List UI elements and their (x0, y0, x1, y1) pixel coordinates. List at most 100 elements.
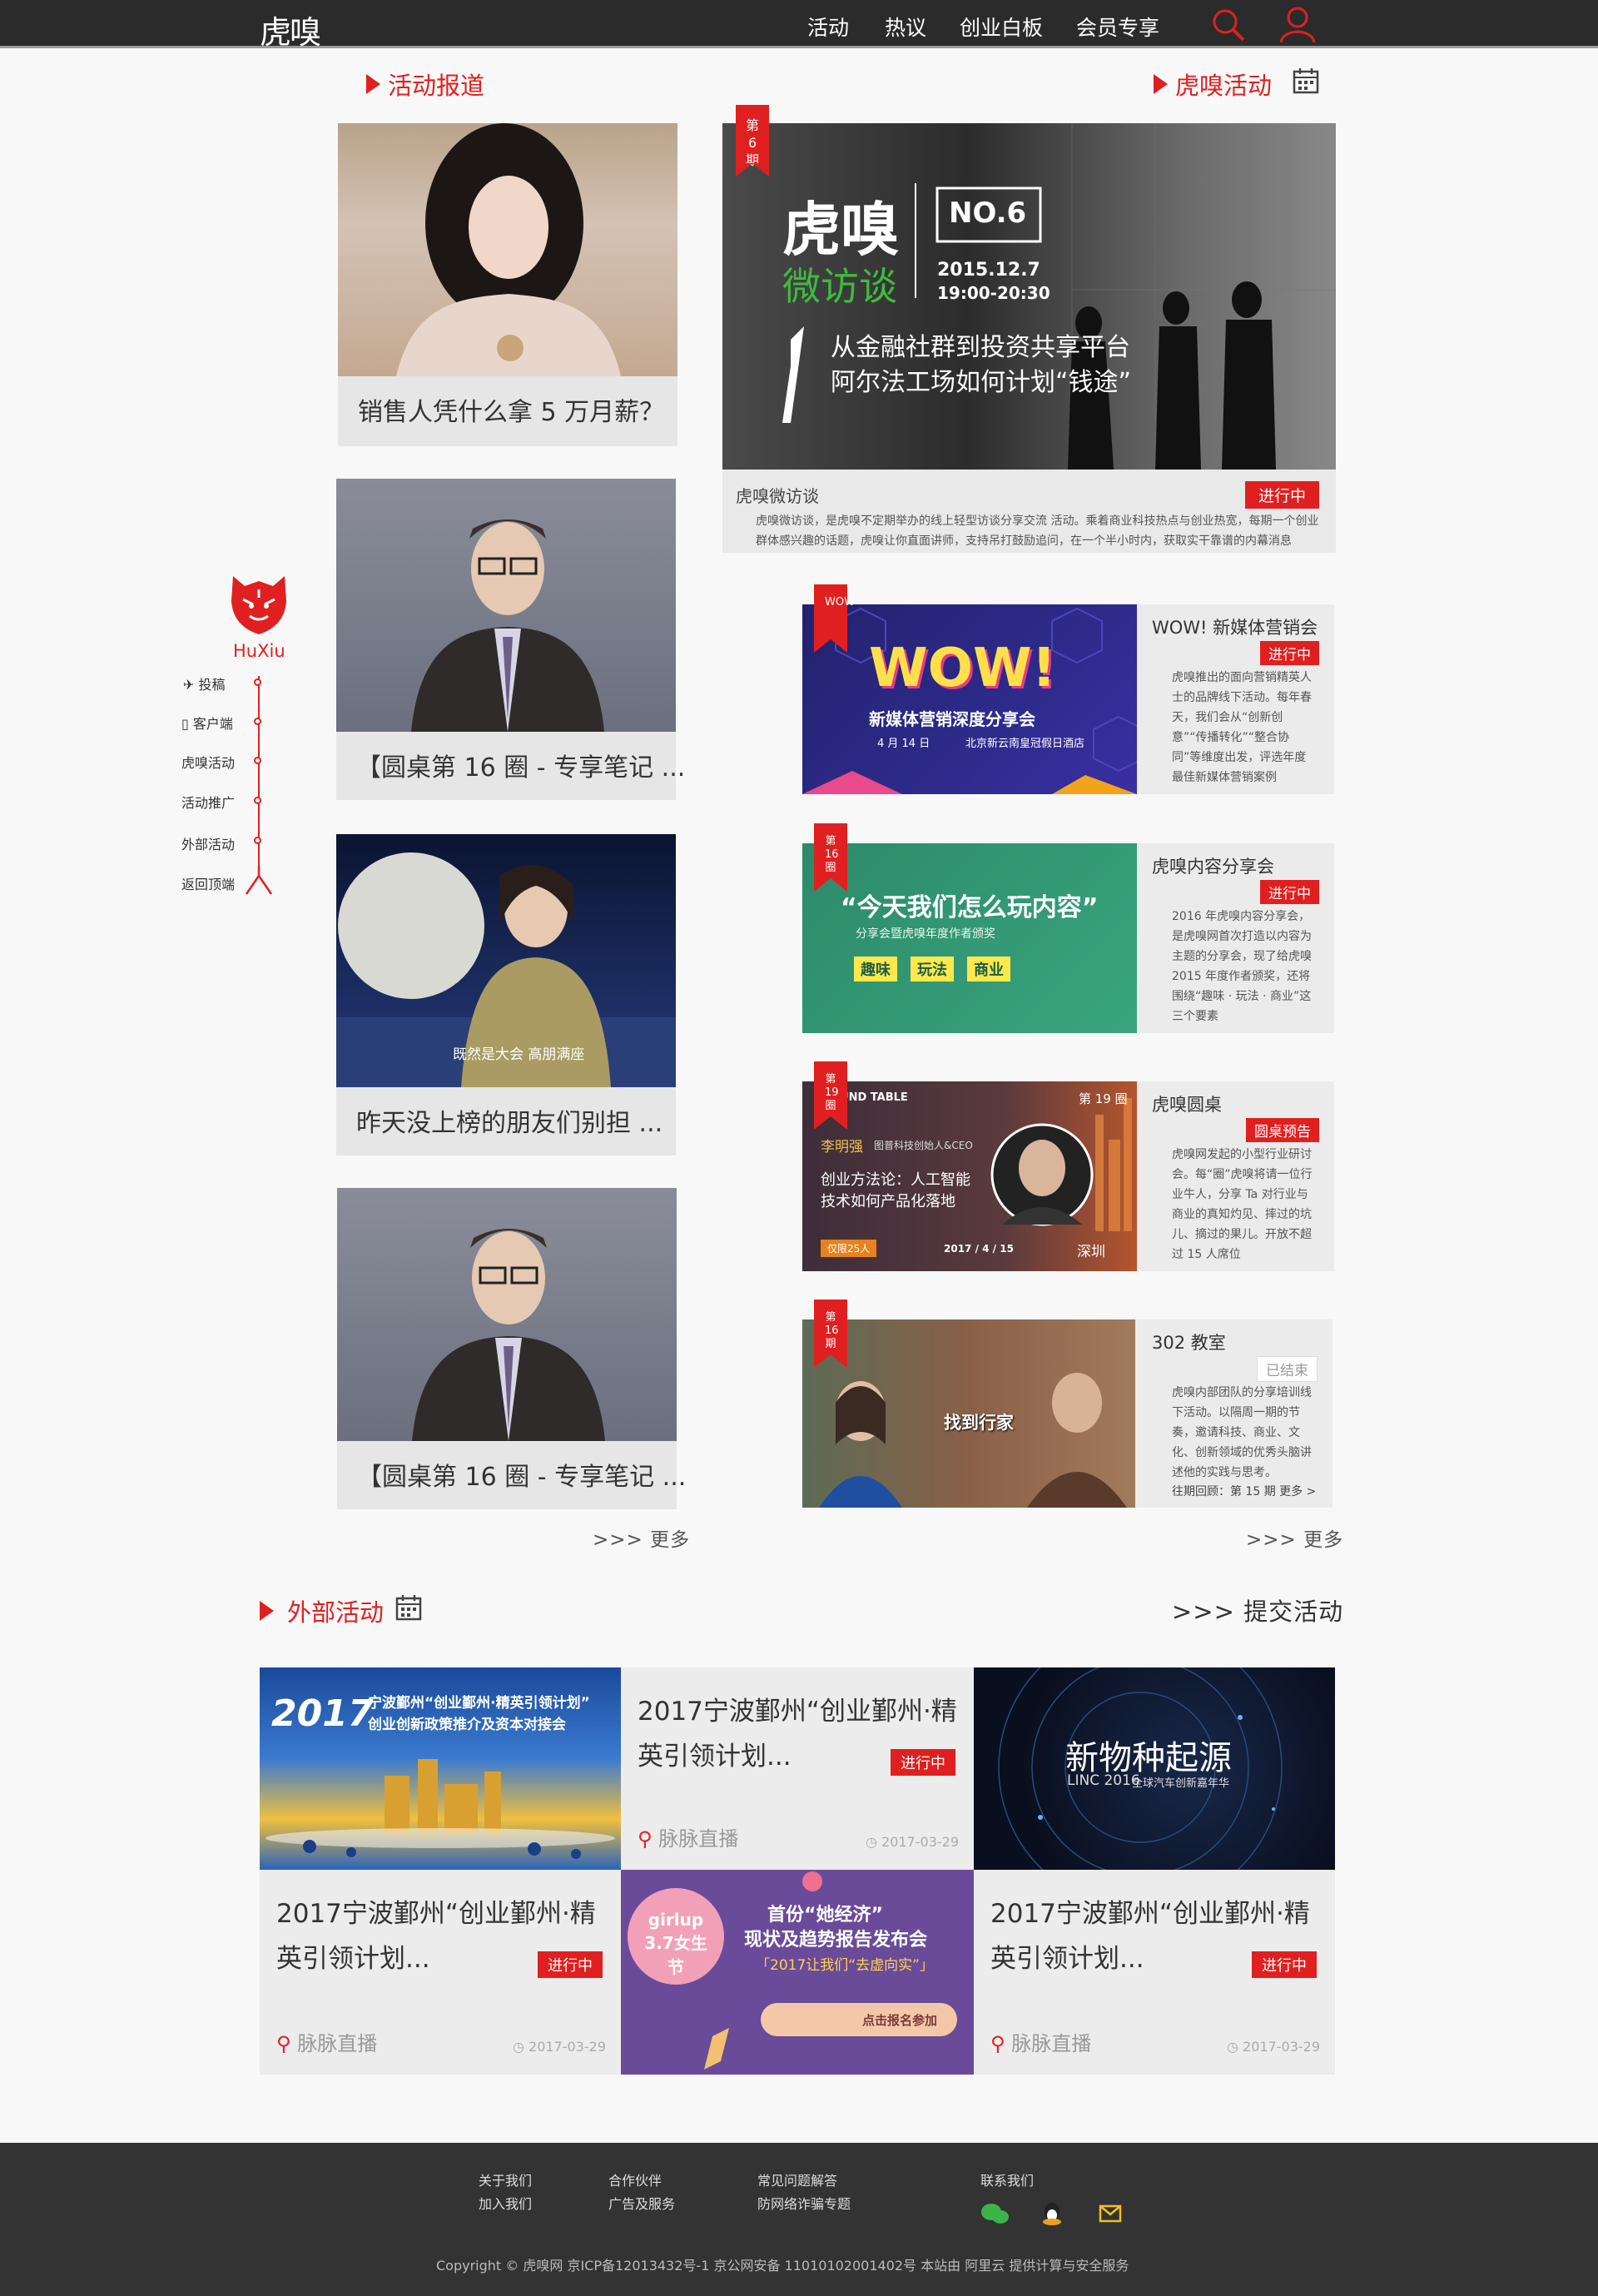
status-badge: 进行中 (1252, 1951, 1317, 1978)
external-activity-card[interactable]: 2017宁波鄞州“创业鄞州·精英引领计划... 进行中 ⚲ 脉脉直播 ◷ 201… (260, 1870, 621, 2075)
phone-icon: ▯ (181, 716, 193, 732)
status-badge: 进行中 (1260, 641, 1319, 665)
footer: 关于我们 加入我们 合作伙伴 广告及服务 常见问题解答 防网络诈骗专题 联系我们… (0, 2143, 1598, 2296)
reports-more-link[interactable]: >>> 更多 (593, 1523, 690, 1552)
section-title-reports: 活动报道 (366, 67, 484, 102)
featured-brand: 虎嗅 (782, 196, 899, 264)
clock-icon: ◷ (1226, 2039, 1243, 2055)
sidebar-item-app[interactable]: ▯ 客户端 (181, 713, 233, 733)
report-card-title: 【圆桌第 16 圈 - 专享笔记 ... (357, 1463, 687, 1492)
footer-link-join[interactable]: 加入我们 (479, 2193, 532, 2213)
event-banner: “今天我们怎么玩内容” 分享会暨虎嗅年度作者颁奖 趣味 玩法 商业 (802, 843, 1137, 1033)
external-banner[interactable]: 新物种起源 LINC 2016 全球汽车创新嘉年华 (974, 1667, 1335, 1870)
status-badge: 进行中 (1260, 880, 1319, 904)
external-activity-card[interactable]: 2017宁波鄞州“创业鄞州·精英引领计划... 进行中 ⚲ 脉脉直播 ◷ 201… (974, 1870, 1335, 2075)
sidebar-end-icon (245, 866, 273, 895)
status-badge: 进行中 (1244, 481, 1319, 509)
external-activity-location: ⚲ 脉脉直播 (638, 1827, 739, 1851)
featured-name: 虎嗅微访谈 (736, 486, 819, 506)
event-desc: 虎嗅内部团队的分享培训线下活动。以隔周一期的节奏，邀请科技、商业、文化、创新领域… (1172, 1386, 1312, 1479)
event-banner: ROUND TABLE 第 19 圈 李明强 图普科技创始人&CEO 创业方法论… (802, 1081, 1137, 1271)
featured-line1: 从金融社群到投资共享平台 (831, 333, 1130, 362)
featured-event-card[interactable]: 虎嗅 微访谈 NO.6 2015.12.7 19:00-20:30 从金融社群到… (722, 123, 1336, 553)
paper-plane-icon: ✈ (183, 677, 199, 693)
footer-link-ads[interactable]: 广告及服务 (608, 2193, 675, 2213)
sidebar-brand: HuXiu (233, 641, 285, 661)
svg-text:既然是大会 高朋满座: 既然是大会 高朋满座 (453, 1046, 584, 1063)
report-photo (396, 123, 621, 376)
report-card[interactable]: 【圆桌第 16 圈 - 专享笔记 ... (337, 1188, 686, 1509)
site-logo[interactable]: 虎嗅 (260, 7, 321, 52)
nav-item-member[interactable]: 会员专享 (1076, 12, 1159, 42)
event-title: 虎嗅内容分享会 (1152, 857, 1274, 877)
qq-icon[interactable] (1040, 2201, 1064, 2226)
event-banner: 找到行家 (802, 1319, 1135, 1508)
event-banner: WOW! 新媒体营销深度分享会 4 月 14 日 北京新云南皇冠假日酒店 (802, 604, 1137, 794)
clock-icon: ◷ (512, 2039, 529, 2055)
external-activity-date: ◷ 2017-03-29 (512, 2039, 606, 2055)
external-banner[interactable]: girlup 3.7女生节 首份“她经济” 现状及趋势报告发布会 「2017让我… (621, 1870, 974, 2075)
wechat-icon[interactable] (980, 2201, 1010, 2226)
featured-date: 2015.12.7 (937, 260, 1040, 281)
event-card[interactable]: ROUND TABLE 第 19 圈 李明强 图普科技创始人&CEO 创业方法论… (802, 1081, 1334, 1271)
search-icon[interactable] (1210, 7, 1247, 43)
report-photo: 既然是大会 高朋满座 (336, 852, 676, 1087)
tiger-logo-icon[interactable] (226, 568, 291, 636)
report-card-title: 昨天没上榜的朋友们别担 ... (356, 1109, 663, 1138)
report-card-title: 【圆桌第 16 圈 - 专享笔记 ... (356, 753, 686, 783)
sidebar-item-external[interactable]: 外部活动 (181, 833, 235, 853)
featured-time: 19:00-20:30 (937, 283, 1050, 303)
mail-icon[interactable] (1099, 2204, 1122, 2223)
submit-activity-link[interactable]: >>> 提交活动 (1172, 1593, 1343, 1628)
external-activity-date: ◷ 2017-03-29 (1226, 2039, 1320, 2055)
sidebar-item-submit[interactable]: ✈ 投稿 (183, 673, 226, 693)
report-card[interactable]: 【圆桌第 16 圈 - 专享笔记 ... (336, 479, 685, 800)
sidebar-item-back-top[interactable]: 返回顶端 (181, 873, 235, 893)
external-activity-location: ⚲ 脉脉直播 (990, 2032, 1092, 2055)
issue-ribbon: 第6期 (736, 105, 769, 176)
report-card-title: 销售人凭什么拿 5 万月薪？ (358, 398, 665, 427)
event-card[interactable]: 找到行家 302 教室 已结束 虎嗅内部团队的分享培训线下活动。以隔周一期的节奏… (802, 1319, 1332, 1508)
issue-ribbon: 第19圈 (814, 1061, 847, 1130)
nav-item-whiteboard[interactable]: 创业白板 (960, 12, 1043, 42)
event-title: WOW! 新媒体营销会 (1152, 618, 1318, 638)
section-title-external: 外部活动 (260, 1593, 384, 1628)
featured-no: NO.6 (949, 196, 1027, 230)
location-pin-icon: ⚲ (276, 2032, 298, 2055)
status-badge: 进行中 (538, 1951, 603, 1978)
footer-link-about[interactable]: 关于我们 (479, 2169, 532, 2189)
featured-desc: 虎嗅微访谈，是虎嗅不定期举办的线上轻型访谈分享交流 活动。乘着商业科技热点与创业… (756, 514, 1319, 548)
activity-more-link[interactable]: >>> 更多 (1246, 1523, 1343, 1552)
status-badge: 进行中 (891, 1749, 955, 1776)
issue-ribbon: WOW (814, 584, 855, 653)
footer-link-contact[interactable]: 联系我们 (980, 2169, 1034, 2189)
external-activity-date: ◷ 2017-03-29 (865, 1834, 959, 1850)
event-title: 302 教室 (1152, 1333, 1226, 1353)
footer-link-partners[interactable]: 合作伙伴 (608, 2169, 662, 2189)
copyright-text: Copyright © 虎嗅网 京ICP备12013432号-1 京公网安备 1… (436, 2258, 1129, 2274)
calendar-icon[interactable] (395, 1593, 423, 1622)
event-desc: 虎嗅推出的面向营销精英人士的品牌线下活动。每年春天，我们会从“创新创意”“传播转… (1172, 671, 1312, 784)
report-card[interactable]: 销售人凭什么拿 5 万月薪？ (338, 123, 677, 446)
event-card[interactable]: “今天我们怎么玩内容” 分享会暨虎嗅年度作者颁奖 趣味 玩法 商业 虎嗅内容分享… (802, 843, 1334, 1033)
top-bar: 虎嗅 活动 热议 创业白板 会员专享 (0, 0, 1598, 51)
sidebar-item-huxiu-activity[interactable]: 虎嗅活动 (181, 752, 235, 772)
external-activity-card[interactable]: 2017宁波鄞州“创业鄞州·精英引领计划... 进行中 ⚲ 脉脉直播 ◷ 201… (621, 1667, 974, 1870)
nav-item-discuss[interactable]: 热议 (885, 12, 926, 42)
external-activity-location: ⚲ 脉脉直播 (276, 2032, 378, 2055)
event-title: 虎嗅圆桌 (1152, 1095, 1222, 1115)
footer-link-anti-fraud[interactable]: 防网络诈骗专题 (757, 2193, 851, 2213)
event-desc: 2016 年虎嗅内容分享会，是虎嗅网首次打造以内容为主题的分享会，现了给虎嗅 2… (1172, 910, 1312, 1023)
sidebar-item-promote[interactable]: 活动推广 (181, 792, 235, 812)
external-banner[interactable]: 2017 宁波鄞州“创业鄞州·精英引领计划” 创业创新政策推介及资本对接会 (260, 1667, 621, 1870)
section-title-huxiu-activity: 虎嗅活动 (1154, 67, 1272, 102)
nav-item-activity[interactable]: 活动 (807, 12, 849, 42)
footer-link-faq[interactable]: 常见问题解答 (757, 2169, 837, 2189)
event-desc: 虎嗅网发起的小型行业研讨会。每“圈”虎嗅将请一位行业牛人，分享 Ta 对行业与商… (1172, 1148, 1313, 1261)
past-review-link[interactable]: 往期回顾：第 15 期 更多 > (1172, 1483, 1316, 1499)
user-icon[interactable] (1278, 5, 1317, 43)
calendar-icon[interactable] (1292, 67, 1320, 95)
report-card[interactable]: 既然是大会 高朋满座 昨天没上榜的朋友们别担 ... (336, 834, 676, 1155)
featured-event-banner: 虎嗅 微访谈 NO.6 2015.12.7 19:00-20:30 从金融社群到… (722, 123, 1336, 470)
event-card[interactable]: WOW! 新媒体营销深度分享会 4 月 14 日 北京新云南皇冠假日酒店 WOW… (802, 604, 1334, 794)
